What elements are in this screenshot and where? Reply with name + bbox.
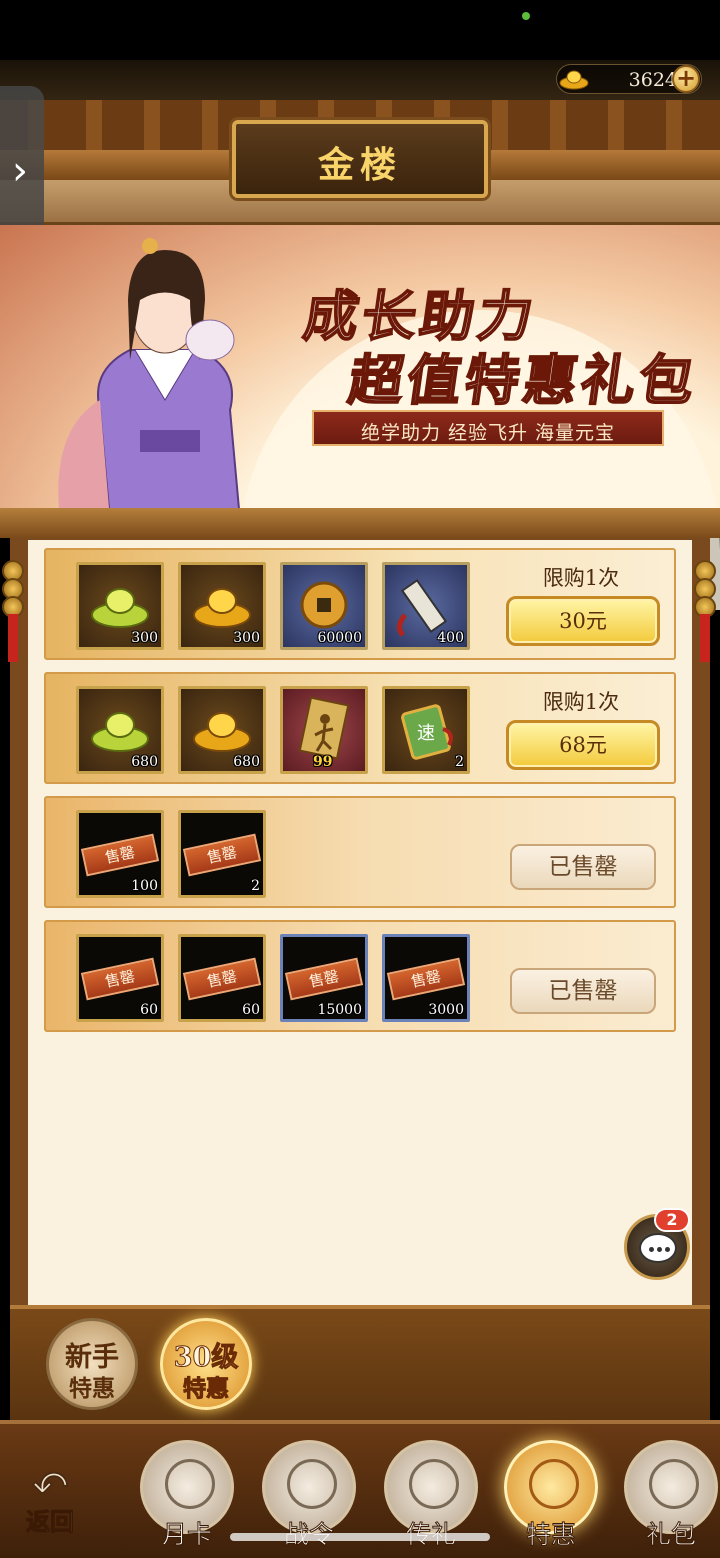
price-label: 68元	[559, 733, 607, 757]
item-slot: 售罄 60	[76, 934, 164, 1022]
item-quantity: 400	[437, 630, 464, 646]
gold-ingot-icon	[559, 70, 589, 90]
item-slot: 售罄 15000	[280, 934, 368, 1022]
battle-pass-icon	[287, 1459, 337, 1509]
item-quantity: 99	[313, 754, 333, 770]
item-quantity: 60000	[317, 630, 362, 646]
nav-gift-pack[interactable]: 礼包	[624, 1440, 718, 1550]
item-slot: 售罄 3000	[382, 934, 470, 1022]
item-slot[interactable]: 60000	[280, 562, 368, 650]
nav-battle-pass[interactable]: 战令	[262, 1440, 356, 1550]
home-indicator	[230, 1533, 490, 1541]
sold-out-button: 已售罄	[510, 844, 656, 890]
item-quantity: 3000	[428, 1002, 464, 1018]
page-title: 金楼	[317, 144, 402, 186]
gift-pack-icon	[649, 1459, 699, 1509]
item-slot[interactable]: 680	[76, 686, 164, 774]
purchase-limit-label: 限购1次	[542, 690, 620, 714]
hanging-coins-right	[694, 560, 716, 662]
special-offer-icon	[529, 1459, 579, 1509]
pack-row-sold-out: 售罄 100 售罄 2 已售罄	[44, 796, 676, 908]
currency-display: 3624 +	[556, 64, 702, 94]
hanging-coins-left	[2, 560, 24, 662]
buy-30-button[interactable]: 30元	[506, 596, 660, 646]
pack-row-sold-out: 售罄 60 售罄 60 售罄 15000 售罄 3000 已售罄	[44, 920, 676, 1032]
pack-row: 300 300 60000 400 限购1次 30元	[44, 548, 676, 660]
item-quantity: 100	[131, 878, 158, 894]
svg-text:速: 速	[417, 723, 435, 744]
item-quantity: 680	[131, 754, 158, 770]
item-quantity: 15000	[317, 1002, 362, 1018]
tab-level30-offer[interactable]: 30级 特惠	[160, 1318, 252, 1410]
item-quantity: 60	[242, 1002, 260, 1018]
item-slot[interactable]: 速 2	[382, 686, 470, 774]
item-slot: 售罄 2	[178, 810, 266, 898]
purchase-limit-label: 限购1次	[542, 566, 620, 590]
title-plaque: 金楼	[232, 120, 488, 198]
tab-newbie-offer[interactable]: 新手 特惠	[46, 1318, 138, 1410]
item-quantity: 60	[140, 1002, 158, 1018]
camera-indicator-dot	[522, 12, 530, 20]
status-bar	[0, 0, 720, 60]
chat-unread-badge: 2	[654, 1208, 690, 1232]
item-quantity: 680	[233, 754, 260, 770]
item-quantity: 2	[251, 878, 260, 894]
month-card-icon	[165, 1459, 215, 1509]
gift-transfer-icon	[409, 1459, 459, 1509]
item-quantity: 300	[131, 630, 158, 646]
character-portrait	[58, 238, 242, 520]
nav-gift-transfer[interactable]: 传礼	[384, 1440, 478, 1550]
item-slot: 售罄 100	[76, 810, 164, 898]
tab-label-line2: 特惠	[69, 1375, 115, 1402]
back-button[interactable]: ↶ 返回	[22, 1458, 102, 1538]
item-quantity: 2	[455, 754, 464, 770]
back-label: 返回	[26, 1507, 75, 1537]
price-label: 30元	[559, 609, 607, 633]
item-quantity: 300	[233, 630, 260, 646]
add-currency-button[interactable]: +	[672, 65, 700, 93]
pack-row: 680 680 99 速 2 限购1次 68元	[44, 672, 676, 784]
nav-month-card[interactable]: 月卡	[140, 1440, 234, 1550]
item-slot: 售罄 60	[178, 934, 266, 1022]
panel-top-beam	[0, 508, 720, 538]
item-slot[interactable]: 99	[280, 686, 368, 774]
item-slot[interactable]: 300	[178, 562, 266, 650]
chat-icon	[639, 1233, 677, 1263]
banner-subtitle: 绝学助力 经验飞升 海量元宝	[360, 422, 616, 444]
buy-68-button[interactable]: 68元	[506, 720, 660, 770]
sold-out-label: 已售罄	[548, 854, 618, 880]
nav-label: 礼包	[645, 1520, 696, 1550]
banner-title-line2: 超值特惠礼包	[344, 347, 703, 413]
nav-special-offer[interactable]: 特惠	[504, 1440, 598, 1550]
banner-subtitle-ribbon: 绝学助力 经验飞升 海量元宝	[312, 410, 664, 446]
chevron-right-icon: ›	[12, 148, 28, 194]
currency-amount: 3624	[628, 69, 677, 91]
sold-out-button: 已售罄	[510, 968, 656, 1014]
tab-label-line2: 特惠	[183, 1375, 230, 1403]
sold-out-label: 已售罄	[548, 978, 618, 1004]
item-slot[interactable]: 400	[382, 562, 470, 650]
item-slot[interactable]: 300	[76, 562, 164, 650]
item-slot[interactable]: 680	[178, 686, 266, 774]
nav-label: 月卡	[161, 1520, 212, 1550]
nav-label: 特惠	[525, 1520, 576, 1550]
